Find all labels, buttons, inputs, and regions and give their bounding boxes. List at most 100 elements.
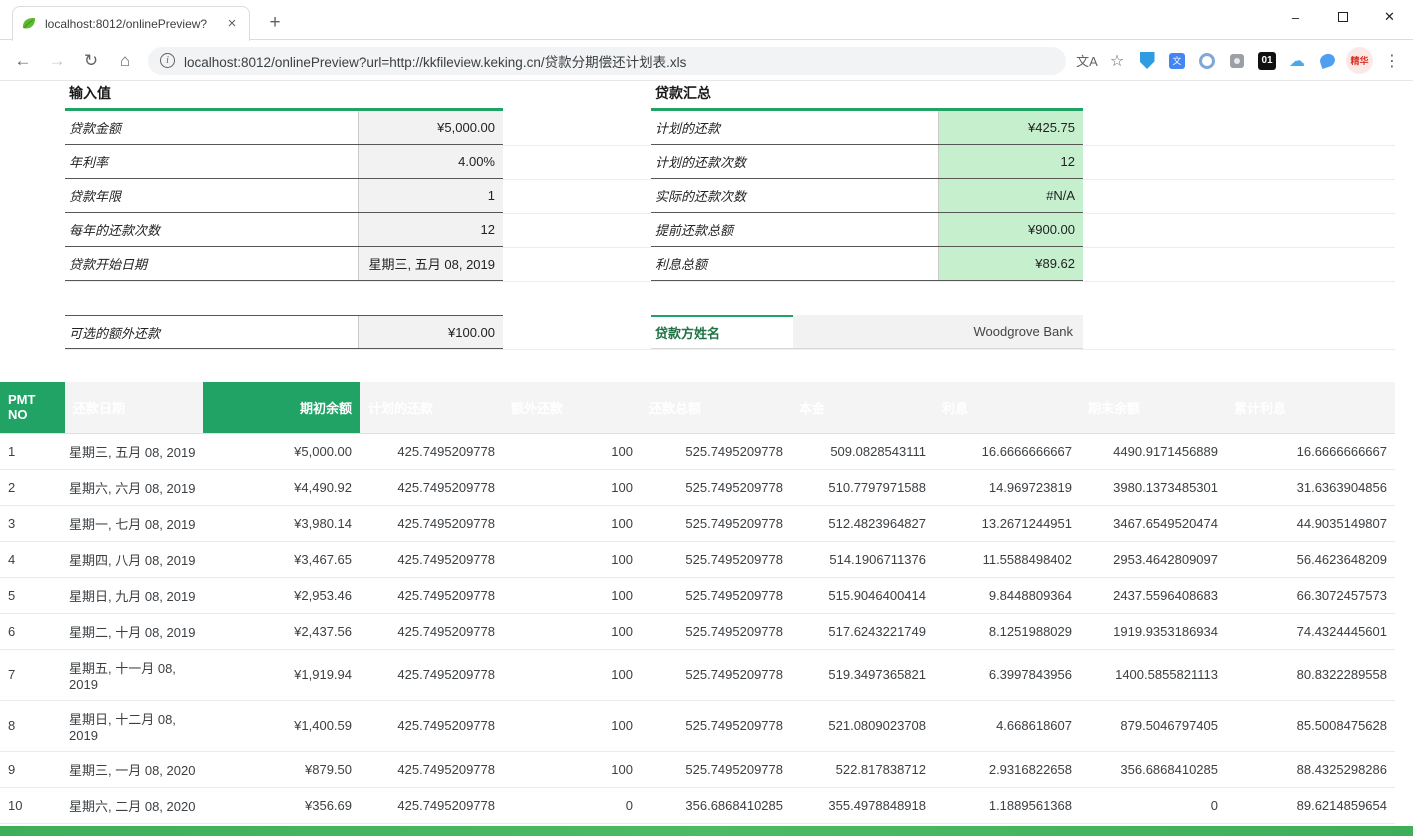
total-payment-cell: 356.6868410285 — [641, 787, 791, 823]
browser-menu-icon[interactable]: ⋮ — [1379, 48, 1405, 74]
extra-payment-cell: 100 — [503, 505, 641, 541]
opening-balance-cell: ¥2,437.56 — [203, 613, 360, 649]
input-panel-rows: 贷款金额 ¥5,000.00 年利率 4.00% 贷款年限 1 每年的 — [65, 111, 503, 281]
gridline — [65, 281, 1395, 282]
principal-cell: 514.1906711376 — [791, 541, 934, 577]
home-button[interactable]: ⌂ — [110, 46, 140, 76]
minimize-button[interactable]: – — [1272, 0, 1319, 34]
pmt-no-cell: 5 — [0, 577, 65, 613]
cumulative-interest-cell: 85.5008475628 — [1226, 700, 1395, 751]
badge-01-extension-icon[interactable]: 01 — [1254, 48, 1280, 74]
summary-row-label: 实际的还款次数 — [651, 179, 938, 212]
bookmark-star-icon[interactable]: ☆ — [1104, 48, 1130, 74]
payment-date-cell: 星期一, 七月 08, 2019 — [65, 505, 203, 541]
header-payment-date: 还款日期 — [65, 382, 203, 433]
input-row-value: 1 — [358, 179, 503, 212]
loan-summary-panel: 贷款汇总 计划的还款 ¥425.75 计划的还款次数 12 实际的还款次数 — [651, 81, 1083, 281]
principal-cell: 512.4823964827 — [791, 505, 934, 541]
header-principal: 本金 — [791, 382, 934, 433]
translate-extension-icon[interactable]: 文 — [1164, 48, 1190, 74]
new-tab-button[interactable]: + — [262, 11, 288, 37]
input-values-panel: 输入值 贷款金额 ¥5,000.00 年利率 4.00% 贷款年限 — [65, 81, 503, 281]
header-cumulative-interest: 累计利息 — [1226, 382, 1395, 433]
payment-date-cell: 星期日, 十二月 08, 2019 — [65, 700, 203, 751]
browser-tab[interactable]: localhost:8012/onlinePreview? × — [12, 6, 250, 41]
forward-button[interactable]: → — [42, 46, 72, 76]
table-row: 10 星期六, 二月 08, 2020 ¥356.69 425.74952097… — [0, 787, 1395, 823]
opening-balance-cell: ¥5,000.00 — [203, 433, 360, 469]
reload-button[interactable]: ↻ — [76, 46, 106, 76]
header-interest: 利息 — [934, 382, 1080, 433]
summary-panel-title: 贷款汇总 — [651, 81, 1083, 111]
summary-row: 利息总额 ¥89.62 — [651, 247, 1083, 281]
interest-cell: 1.1889561368 — [934, 787, 1080, 823]
principal-cell: 519.3497365821 — [791, 649, 934, 700]
spreadsheet-preview: 输入值 贷款金额 ¥5,000.00 年利率 4.00% 贷款年限 — [0, 81, 1397, 826]
summary-row: 计划的还款次数 12 — [651, 145, 1083, 179]
header-total-payment: 还款总额 — [641, 382, 791, 433]
lender-name-label: 贷款方姓名 — [651, 315, 793, 348]
extra-payment-cell: 0 — [503, 787, 641, 823]
input-row-value: 12 — [358, 213, 503, 246]
input-row-label: 贷款金额 — [65, 111, 358, 144]
address-bar[interactable]: i localhost:8012/onlinePreview?url=http:… — [148, 47, 1066, 75]
table-row: 9 星期三, 一月 08, 2020 ¥879.50 425.749520977… — [0, 751, 1395, 787]
scheduled-payment-cell: 425.7495209778 — [360, 433, 503, 469]
opening-balance-cell: ¥1,919.94 — [203, 649, 360, 700]
header-ending-balance: 期末余额 — [1080, 382, 1226, 433]
amortization-rows: 1 星期三, 五月 08, 2019 ¥5,000.00 425.7495209… — [0, 433, 1395, 823]
cumulative-interest-cell: 88.4325298286 — [1226, 751, 1395, 787]
pmt-no-cell: 9 — [0, 751, 65, 787]
total-payment-cell: 525.7495209778 — [641, 751, 791, 787]
ending-balance-cell: 0 — [1080, 787, 1226, 823]
cumulative-interest-cell: 66.3072457573 — [1226, 577, 1395, 613]
maximize-button[interactable] — [1319, 0, 1366, 34]
opening-balance-cell: ¥3,467.65 — [203, 541, 360, 577]
payment-date-cell: 星期二, 十月 08, 2019 — [65, 613, 203, 649]
tab-close-icon[interactable]: × — [223, 15, 241, 33]
payment-date-cell: 星期五, 十一月 08, 2019 — [65, 649, 203, 700]
input-row-label: 贷款开始日期 — [65, 247, 358, 280]
interest-cell: 2.9316822658 — [934, 751, 1080, 787]
principal-cell: 515.9046400414 — [791, 577, 934, 613]
summary-row-value: #N/A — [938, 179, 1083, 212]
profile-avatar[interactable]: 精华 — [1346, 47, 1373, 74]
circle-extension-icon[interactable] — [1194, 48, 1220, 74]
extra-payment-cell: 100 — [503, 700, 641, 751]
close-button[interactable]: ✕ — [1366, 0, 1413, 34]
scheduled-payment-cell: 425.7495209778 — [360, 577, 503, 613]
cloud-extension-icon[interactable]: ☁ — [1284, 48, 1310, 74]
gridline — [65, 349, 1395, 350]
header-pmt-no: PMT NO — [0, 382, 65, 433]
extra-payment-cell: 100 — [503, 577, 641, 613]
opening-balance-cell: ¥356.69 — [203, 787, 360, 823]
maximize-icon — [1338, 12, 1348, 22]
translate-icon[interactable]: 文A — [1074, 48, 1100, 74]
ending-balance-cell: 2437.5596408683 — [1080, 577, 1226, 613]
scheduled-payment-cell: 425.7495209778 — [360, 700, 503, 751]
amortization-table: PMT NO 还款日期 期初余额 计划的还款 额外还款 还款总额 本金 利息 期… — [0, 382, 1395, 824]
extra-payment-cell: 100 — [503, 751, 641, 787]
gray-extension-icon[interactable] — [1224, 48, 1250, 74]
back-button[interactable]: ← — [8, 46, 38, 76]
cumulative-interest-cell: 56.4623648209 — [1226, 541, 1395, 577]
ending-balance-cell: 1400.5855821113 — [1080, 649, 1226, 700]
scheduled-payment-cell: 425.7495209778 — [360, 649, 503, 700]
ending-balance-cell: 356.6868410285 — [1080, 751, 1226, 787]
input-row: 年利率 4.00% — [65, 145, 503, 179]
pmt-no-cell: 4 — [0, 541, 65, 577]
summary-row: 计划的还款 ¥425.75 — [651, 111, 1083, 145]
page-info-icon[interactable]: i — [160, 53, 175, 68]
interest-cell: 16.6666666667 — [934, 433, 1080, 469]
header-opening-balance: 期初余额 — [203, 382, 360, 433]
input-panel-title: 输入值 — [65, 81, 503, 111]
summary-row-label: 计划的还款次数 — [651, 145, 938, 178]
pmt-no-cell: 8 — [0, 700, 65, 751]
bird-extension-icon[interactable] — [1314, 48, 1340, 74]
total-payment-cell: 525.7495209778 — [641, 469, 791, 505]
extra-payment-cell: 100 — [503, 541, 641, 577]
extra-payment-value: ¥100.00 — [358, 316, 503, 348]
cumulative-interest-cell: 80.8322289558 — [1226, 649, 1395, 700]
pmt-no-cell: 2 — [0, 469, 65, 505]
shield-extension-icon[interactable] — [1134, 48, 1160, 74]
